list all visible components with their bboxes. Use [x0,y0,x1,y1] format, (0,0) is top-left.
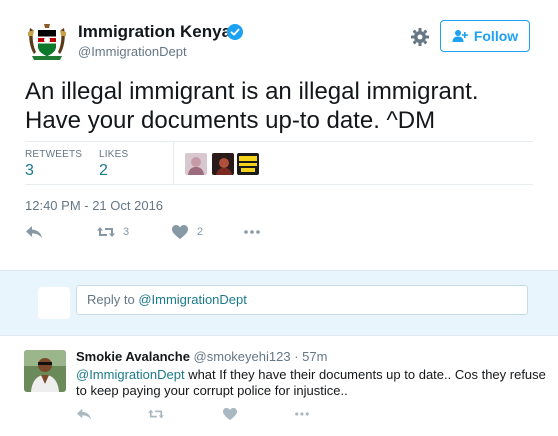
reply-action[interactable] [25,224,43,240]
tweet-text: An illegal immigrant is an illegal immig… [25,77,535,135]
retweet-icon [97,227,115,237]
liker-avatar-2[interactable] [212,153,234,175]
author-name[interactable]: Immigration Kenya [78,22,231,42]
retweets-label: RETWEETS [25,149,83,160]
reply-author-avatar[interactable] [24,350,66,392]
likes-count: 2 [99,162,108,179]
reply-text: @ImmigrationDept what If they have their… [76,367,546,399]
reply-mention: @ImmigrationDept [138,292,247,307]
likes-label: LIKES [99,149,129,160]
reply-icon [26,226,42,238]
stats-divider [173,142,174,184]
retweet-action[interactable]: 3 [97,224,129,240]
reply-prefix: Reply to [87,292,139,307]
more-dots-icon [295,412,309,416]
reply-more-action[interactable] [294,407,310,421]
add-user-icon [452,30,468,42]
author-handle[interactable]: @ImmigrationDept [78,44,187,59]
tweet-text-line-1: An illegal immigrant is an illegal immig… [25,78,479,105]
reply-tweet: Smokie Avalanche @smokeyehi123 · 57m @Im… [0,336,558,436]
tweet-stats: RETWEETS 3 LIKES 2 [25,141,533,185]
heart-icon [172,225,188,239]
like-action[interactable]: 2 [171,224,203,240]
retweet-count: 3 [123,226,130,238]
liker-avatar-3[interactable] [237,153,259,175]
likes-stat[interactable]: LIKES 2 [99,149,128,180]
reply-time[interactable]: 57m [302,349,327,364]
kenya-coat-of-arms-icon[interactable] [24,18,70,64]
reply-retweet-action[interactable] [148,407,164,421]
reply-compose-area: Reply to @ImmigrationDept [0,270,558,336]
reply-text-mention[interactable]: @ImmigrationDept [76,367,185,382]
heart-icon [223,407,237,421]
liker-avatar-1[interactable] [185,153,207,175]
more-dots-icon [244,230,260,234]
reply-like-action[interactable] [222,407,238,421]
main-tweet: Immigration Kenya @ImmigrationDept Follo… [0,0,558,270]
reply-author-handle[interactable]: @smokeyehi123 [194,349,291,364]
retweet-icon [148,409,164,419]
more-action[interactable] [243,224,261,240]
verified-badge-icon [227,24,243,40]
reply-header: Smokie Avalanche @smokeyehi123 · 57m [76,349,327,364]
reply-author-name[interactable]: Smokie Avalanche [76,349,190,364]
follow-button[interactable]: Follow [440,20,530,52]
gear-icon[interactable] [410,27,430,47]
reply-icon [77,408,91,420]
tweet-text-line-2: Have your documents up-to date. ^DM [25,107,436,134]
reply-input[interactable]: Reply to @ImmigrationDept [76,285,528,315]
like-count: 2 [197,226,204,238]
user-avatar [38,287,70,319]
tweet-timestamp[interactable]: 12:40 PM - 21 Oct 2016 [25,198,163,213]
reply-reply-action[interactable] [76,407,92,421]
reply-separator: · [290,349,303,364]
retweets-count: 3 [25,162,34,179]
follow-label: Follow [473,28,519,44]
retweets-stat[interactable]: RETWEETS 3 [25,149,82,180]
